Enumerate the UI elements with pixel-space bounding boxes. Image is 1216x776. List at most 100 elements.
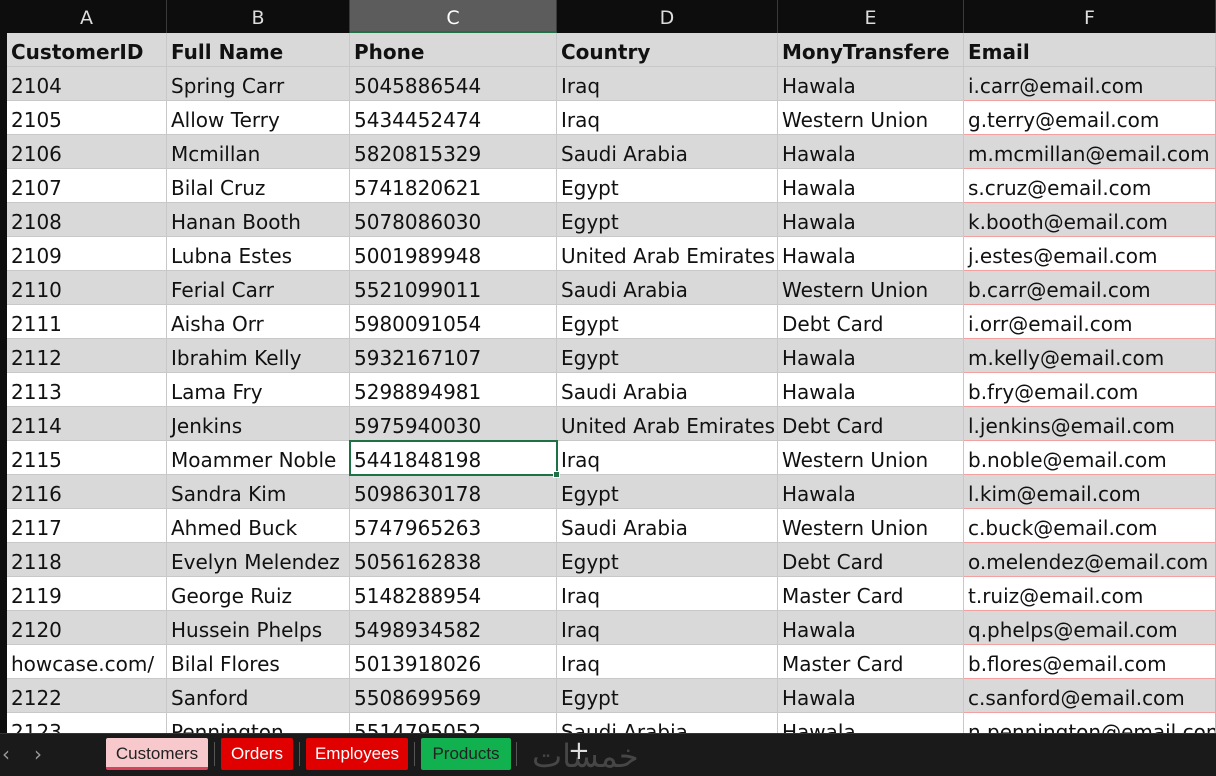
cell-customerid[interactable]: 2111 — [7, 305, 167, 339]
cell-country[interactable]: Iraq — [557, 101, 778, 135]
header-cell-full-name[interactable]: Full Name — [167, 33, 350, 67]
cell-phone[interactable]: 5045886544 — [350, 67, 557, 101]
row-number-gutter[interactable] — [0, 33, 7, 733]
tab-employees[interactable]: Employees — [306, 738, 408, 770]
cell-phone[interactable]: 5298894981 — [350, 373, 557, 407]
cell-phone[interactable]: 5980091054 — [350, 305, 557, 339]
cell-email[interactable]: m.mcmillan@email.com — [964, 135, 1216, 169]
cell-phone[interactable]: 5078086030 — [350, 203, 557, 237]
cell-customerid[interactable]: 2112 — [7, 339, 167, 373]
cell-phone[interactable]: 5820815329 — [350, 135, 557, 169]
cell-customerid[interactable]: 2106 — [7, 135, 167, 169]
cell-full-name[interactable]: Moammer Noble — [167, 441, 350, 475]
cell-full-name[interactable]: Bilal Cruz — [167, 169, 350, 203]
cell-country[interactable]: Iraq — [557, 441, 778, 475]
cell-customerid[interactable]: 2116 — [7, 475, 167, 509]
header-cell-phone[interactable]: Phone — [350, 33, 557, 67]
cell-customerid[interactable]: 2118 — [7, 543, 167, 577]
cell-monytransfere[interactable]: Western Union — [778, 441, 964, 475]
cell-full-name[interactable]: Lama Fry — [167, 373, 350, 407]
cell-email[interactable]: t.ruiz@email.com — [964, 577, 1216, 611]
cell-customerid[interactable]: 2115 — [7, 441, 167, 475]
cell-country[interactable]: Egypt — [557, 339, 778, 373]
cell-customerid[interactable]: 2113 — [7, 373, 167, 407]
cell-country[interactable]: Egypt — [557, 543, 778, 577]
cell-full-name[interactable]: Hanan Booth — [167, 203, 350, 237]
cell-country[interactable]: Egypt — [557, 305, 778, 339]
cell-full-name[interactable]: Sanford — [167, 679, 350, 713]
header-cell-monytransfere[interactable]: MonyTransfere — [778, 33, 964, 67]
cell-monytransfere[interactable]: Debt Card — [778, 543, 964, 577]
cell-full-name[interactable]: Bilal Flores — [167, 645, 350, 679]
column-header-f[interactable]: F — [964, 0, 1216, 33]
cell-customerid[interactable]: 2109 — [7, 237, 167, 271]
cell-phone[interactable]: 5741820621 — [350, 169, 557, 203]
cell-monytransfere[interactable]: Hawala — [778, 679, 964, 713]
cell-country[interactable]: Saudi Arabia — [557, 373, 778, 407]
cell-email[interactable]: q.phelps@email.com — [964, 611, 1216, 645]
cell-full-name[interactable]: Pennington — [167, 713, 350, 733]
cell-country[interactable]: Egypt — [557, 169, 778, 203]
cell-country[interactable]: Iraq — [557, 577, 778, 611]
cell-full-name[interactable]: Ahmed Buck — [167, 509, 350, 543]
cell-phone[interactable]: 5001989948 — [350, 237, 557, 271]
cell-country[interactable]: Iraq — [557, 645, 778, 679]
cell-monytransfere[interactable]: Hawala — [778, 713, 964, 733]
cell-customerid[interactable]: 2122 — [7, 679, 167, 713]
cell-full-name[interactable]: Sandra Kim — [167, 475, 350, 509]
column-header-b[interactable]: B — [167, 0, 350, 33]
cell-email[interactable]: i.orr@email.com — [964, 305, 1216, 339]
cell-country[interactable]: Saudi Arabia — [557, 509, 778, 543]
cell-email[interactable]: l.jenkins@email.com — [964, 407, 1216, 441]
cell-full-name[interactable]: Aisha Orr — [167, 305, 350, 339]
tab-products[interactable]: Products — [421, 738, 511, 770]
header-cell-email[interactable]: Email — [964, 33, 1216, 67]
cell-phone[interactable]: 5148288954 — [350, 577, 557, 611]
cell-phone[interactable]: 5932167107 — [350, 339, 557, 373]
cell-monytransfere[interactable]: Hawala — [778, 237, 964, 271]
cell-monytransfere[interactable]: Western Union — [778, 271, 964, 305]
cell-phone[interactable]: 5013918026 — [350, 645, 557, 679]
cell-full-name[interactable]: Ferial Carr — [167, 271, 350, 305]
cell-email[interactable]: b.fry@email.com — [964, 373, 1216, 407]
cell-country[interactable]: United Arab Emirates — [557, 237, 778, 271]
cell-country[interactable]: Egypt — [557, 679, 778, 713]
cell-customerid[interactable]: 2107 — [7, 169, 167, 203]
cell-customerid[interactable]: 2114 — [7, 407, 167, 441]
cell-phone[interactable]: 5098630178 — [350, 475, 557, 509]
cell-customerid[interactable]: 2110 — [7, 271, 167, 305]
cell-customerid[interactable]: 2123 — [7, 713, 167, 733]
cell-monytransfere[interactable]: Western Union — [778, 101, 964, 135]
cell-monytransfere[interactable]: Hawala — [778, 339, 964, 373]
cell-email[interactable]: j.estes@email.com — [964, 237, 1216, 271]
cell-email[interactable]: s.cruz@email.com — [964, 169, 1216, 203]
cell-full-name[interactable]: Jenkins — [167, 407, 350, 441]
header-cell-country[interactable]: Country — [557, 33, 778, 67]
cell-monytransfere[interactable]: Hawala — [778, 169, 964, 203]
cell-country[interactable]: Saudi Arabia — [557, 135, 778, 169]
cell-customerid[interactable]: howcase.com/ — [7, 645, 167, 679]
cell-full-name[interactable]: Hussein Phelps — [167, 611, 350, 645]
cell-full-name[interactable]: Spring Carr — [167, 67, 350, 101]
column-header-a[interactable]: A — [7, 0, 167, 33]
cell-monytransfere[interactable]: Hawala — [778, 203, 964, 237]
cell-full-name[interactable]: Evelyn Melendez — [167, 543, 350, 577]
cell-email[interactable]: c.sanford@email.com — [964, 679, 1216, 713]
add-sheet-icon[interactable]: + — [568, 736, 590, 766]
cell-country[interactable]: Saudi Arabia — [557, 271, 778, 305]
cell-email[interactable]: n.pennington@email.com — [964, 713, 1216, 733]
cell-email[interactable]: b.flores@email.com — [964, 645, 1216, 679]
cell-full-name[interactable]: George Ruiz — [167, 577, 350, 611]
cell-country[interactable]: Egypt — [557, 475, 778, 509]
cell-customerid[interactable]: 2117 — [7, 509, 167, 543]
cell-full-name[interactable]: Allow Terry — [167, 101, 350, 135]
cell-customerid[interactable]: 2104 — [7, 67, 167, 101]
cell-monytransfere[interactable]: Hawala — [778, 611, 964, 645]
cell-full-name[interactable]: Ibrahim Kelly — [167, 339, 350, 373]
cell-monytransfere[interactable]: Debt Card — [778, 305, 964, 339]
cell-email[interactable]: l.kim@email.com — [964, 475, 1216, 509]
cell-phone[interactable]: 5975940030 — [350, 407, 557, 441]
cell-phone[interactable]: 5521099011 — [350, 271, 557, 305]
cell-monytransfere[interactable]: Hawala — [778, 475, 964, 509]
cell-email[interactable]: i.carr@email.com — [964, 67, 1216, 101]
